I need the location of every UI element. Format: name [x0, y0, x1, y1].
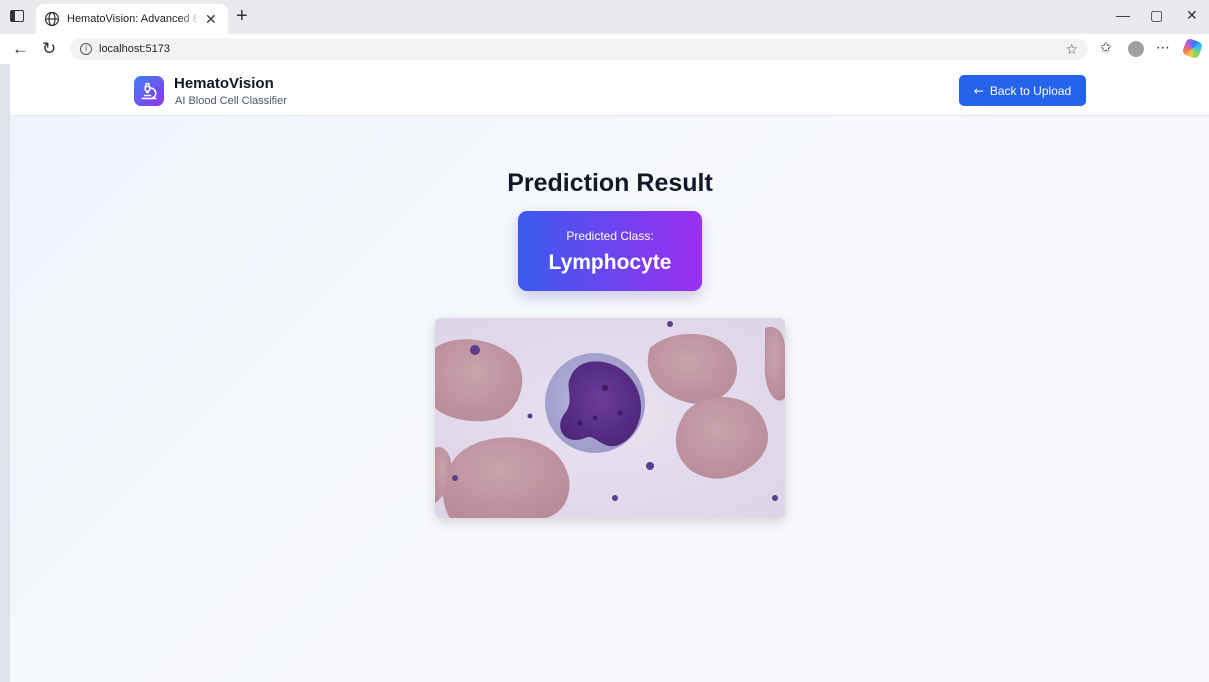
info-icon[interactable]: i — [80, 43, 92, 55]
back-to-upload-button[interactable]: ← Back to Upload — [959, 75, 1086, 106]
app-header: HematoVision AI Blood Cell Classifier ← … — [10, 64, 1209, 116]
window-close-icon[interactable]: ✕ — [1186, 8, 1198, 22]
tab-title: HematoVision: Advanced Blood C — [67, 13, 199, 25]
microscope-icon — [141, 82, 157, 100]
url-field[interactable]: i localhost:5173 ☆ — [70, 38, 1088, 60]
maximize-icon[interactable]: ▢ — [1150, 8, 1163, 22]
favorite-star-icon[interactable]: ☆ — [1065, 41, 1078, 58]
blood-smear-picture — [435, 318, 785, 518]
browser-tab-bar: HematoVision: Advanced Blood C ✕ + — ▢ ✕ — [0, 0, 1209, 34]
new-tab-icon[interactable]: + — [236, 6, 248, 26]
brand-subtitle: AI Blood Cell Classifier — [175, 95, 287, 107]
arrow-left-icon: ← — [973, 83, 984, 98]
back-nav-icon[interactable]: ← — [12, 40, 29, 57]
url-text: localhost:5173 — [99, 43, 170, 55]
profile-avatar[interactable] — [1128, 41, 1144, 57]
more-menu-icon[interactable]: ⋯ — [1156, 40, 1170, 54]
minimize-icon[interactable]: — — [1116, 8, 1130, 22]
tab-close-icon[interactable]: ✕ — [205, 12, 217, 26]
page-title: Prediction Result — [507, 169, 713, 197]
prediction-card: Predicted Class: Lymphocyte — [518, 211, 702, 291]
back-to-upload-label: Back to Upload — [989, 83, 1072, 98]
page-viewport: HematoVision AI Blood Cell Classifier ← … — [9, 64, 1209, 682]
browser-tab[interactable]: HematoVision: Advanced Blood C ✕ — [36, 4, 228, 34]
brand-name: HematoVision — [174, 75, 274, 92]
address-bar: ← ↻ i localhost:5173 ☆ ✩ ⋯ — [0, 34, 1209, 64]
refresh-icon[interactable]: ↻ — [42, 40, 56, 57]
logo — [134, 76, 164, 106]
globe-icon — [44, 11, 60, 27]
blood-cell-image — [435, 318, 785, 518]
favorites-icon[interactable]: ✩ — [1100, 40, 1112, 54]
sidebar-toggle-icon[interactable] — [10, 10, 24, 22]
predicted-class-label: Predicted Class: — [566, 229, 654, 243]
predicted-class-value: Lymphocyte — [548, 251, 672, 274]
